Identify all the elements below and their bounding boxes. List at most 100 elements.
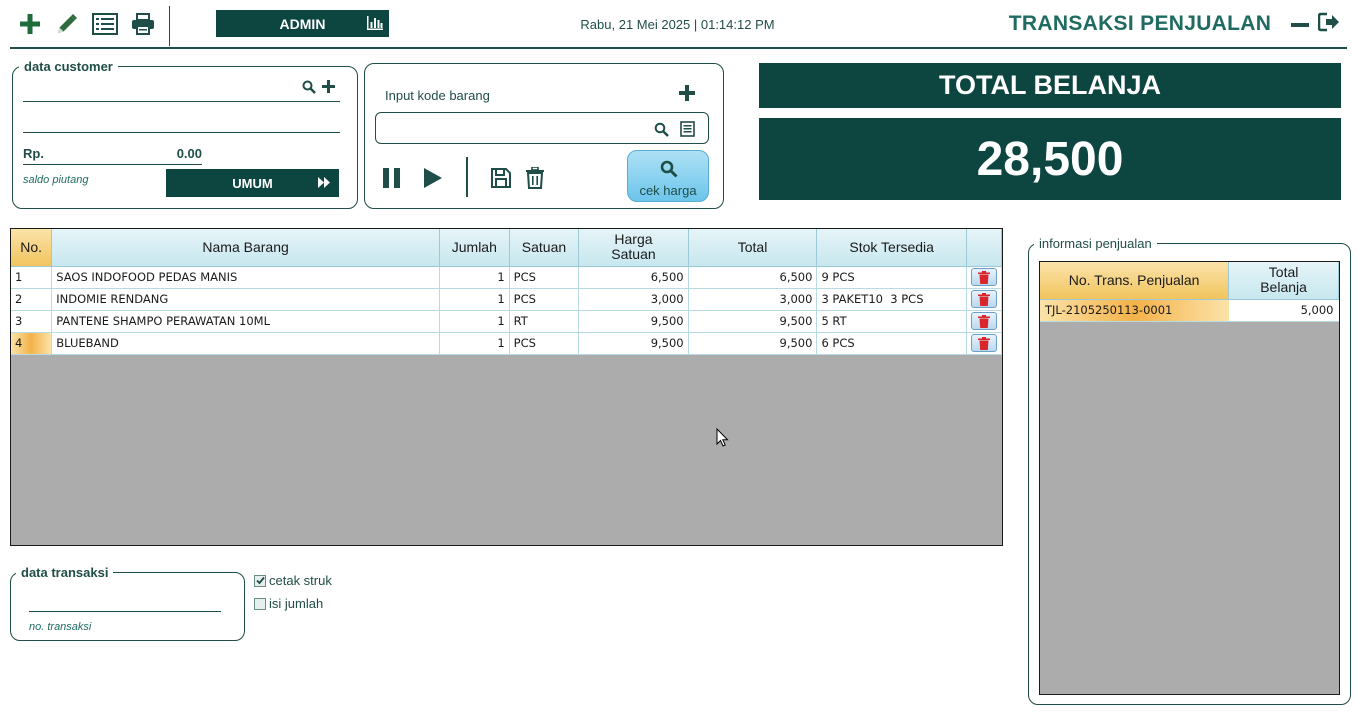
col-header-total-belanja-label: Total Belanja	[1260, 264, 1307, 296]
transaksi-legend: data transaksi	[16, 565, 114, 580]
table-row[interactable]: 3 PANTENE SHAMPO PERAWATAN 10ML 1 RT 9,5…	[11, 310, 1002, 333]
cell-harga: 6,500	[578, 266, 689, 289]
cell-total: 9,500	[688, 310, 818, 333]
cell-no-trans: TJL-2105250113-0001	[1040, 299, 1229, 322]
cell-nama: SAOS INDOFOOD PEDAS MANIS	[51, 266, 440, 289]
cell-action	[966, 288, 1002, 311]
cek-harga-button[interactable]: cek harga	[627, 150, 709, 202]
mouse-cursor-icon	[716, 428, 729, 447]
cell-stok: 9 PCS	[816, 266, 967, 289]
cell-satuan: PCS	[509, 288, 580, 311]
col-header-jumlah[interactable]: Jumlah	[439, 229, 510, 267]
cell-jumlah[interactable]: 1	[439, 332, 510, 355]
col-header-total-belanja[interactable]: Total Belanja	[1228, 262, 1339, 300]
cell-action	[966, 266, 1002, 289]
table-row[interactable]: 1 SAOS INDOFOOD PEDAS MANIS 1 PCS 6,500 …	[11, 266, 1002, 289]
trash-icon	[977, 270, 990, 284]
trash-icon[interactable]	[523, 166, 547, 190]
pencil-icon[interactable]	[52, 10, 82, 38]
cetak-struk-label: cetak struk	[269, 573, 332, 588]
search-icon[interactable]	[653, 121, 669, 137]
items-grid: No. Nama Barang Jumlah Satuan Harga Satu…	[10, 228, 1003, 546]
col-header-harga-label: Harga Satuan	[611, 231, 656, 263]
cell-nama: PANTENE SHAMPO PERAWATAN 10ML	[51, 310, 440, 333]
cell-jumlah[interactable]: 1	[439, 266, 510, 289]
trash-icon	[977, 292, 990, 306]
minimize-icon[interactable]	[1290, 14, 1310, 34]
input-kode-label: Input kode barang	[385, 88, 490, 103]
cell-stok: 3 PAKET10 3 PCS	[816, 288, 967, 311]
cell-jumlah[interactable]: 1	[439, 310, 510, 333]
printer-icon[interactable]	[128, 10, 158, 38]
list-icon[interactable]	[90, 10, 120, 38]
col-header-action	[966, 229, 1002, 267]
col-header-harga[interactable]: Harga Satuan	[578, 229, 689, 267]
action-separator	[466, 157, 468, 197]
delete-row-button[interactable]	[970, 312, 997, 330]
col-header-nama[interactable]: Nama Barang	[51, 229, 440, 267]
items-table: No. Nama Barang Jumlah Satuan Harga Satu…	[11, 229, 1002, 355]
cell-jumlah[interactable]: 1	[439, 288, 510, 311]
logout-icon[interactable]	[1317, 12, 1342, 34]
cell-harga: 3,000	[578, 288, 689, 311]
cell-no: 1	[11, 266, 53, 289]
page-title: TRANSAKSI PENJUALAN	[1008, 12, 1272, 35]
admin-button[interactable]: ADMIN	[216, 10, 389, 37]
fast-forward-icon	[318, 177, 330, 188]
pause-icon[interactable]	[380, 166, 404, 190]
add-icon[interactable]	[15, 10, 45, 38]
cell-stok: 5 RT	[816, 310, 967, 333]
add-item-icon[interactable]	[678, 84, 696, 102]
isi-jumlah-label: isi jumlah	[269, 596, 324, 611]
total-belanja-heading: TOTAL BELANJA	[759, 63, 1341, 108]
info-table-row[interactable]: TJL-2105250113-0001 5,000	[1040, 299, 1339, 322]
col-header-no[interactable]: No.	[11, 229, 53, 267]
kode-barang-input-box	[375, 112, 709, 144]
play-icon[interactable]	[421, 166, 445, 190]
cell-no: 2	[11, 288, 53, 311]
cetak-struk-checkbox[interactable]: cetak struk	[254, 573, 332, 588]
datetime-display: Rabu, 21 Mei 2025 | 01:14:12 PM	[580, 17, 775, 32]
checkbox-unchecked-icon	[254, 597, 266, 610]
delete-row-button[interactable]	[970, 334, 997, 352]
info-penjualan-grid: No. Trans. Penjualan Total Belanja TJL-2…	[1039, 261, 1340, 695]
col-header-no-trans[interactable]: No. Trans. Penjualan	[1040, 262, 1230, 300]
rp-label: Rp.	[23, 146, 44, 161]
trash-icon	[977, 314, 990, 328]
saldo-piutang-label: saldo piutang	[23, 174, 89, 186]
no-transaksi-field[interactable]	[29, 594, 221, 612]
col-header-total[interactable]: Total	[688, 229, 818, 267]
saldo-underline	[23, 164, 202, 165]
customer-name-field[interactable]	[23, 132, 340, 133]
cell-harga: 9,500	[578, 310, 689, 333]
trash-icon	[977, 336, 990, 350]
no-transaksi-label: no. transaksi	[29, 621, 92, 633]
cell-satuan: PCS	[509, 332, 580, 355]
header-divider	[10, 47, 1347, 49]
col-header-stok[interactable]: Stok Tersedia	[816, 229, 967, 267]
search-icon[interactable]	[302, 80, 318, 96]
cell-total: 9,500	[688, 332, 818, 355]
cell-total: 3,000	[688, 288, 818, 311]
table-row-selected[interactable]: 4 BLUEBAND 1 PCS 9,500 9,500 6 PCS	[11, 332, 1002, 355]
isi-jumlah-checkbox[interactable]: isi jumlah	[254, 596, 323, 611]
cell-satuan: RT	[509, 310, 580, 333]
customer-code-field[interactable]	[23, 101, 340, 102]
cek-harga-label: cek harga	[639, 183, 697, 198]
table-row[interactable]: 2 INDOMIE RENDANG 1 PCS 3,000 3,000 3 PA…	[11, 288, 1002, 311]
add-customer-icon[interactable]	[322, 80, 338, 96]
cell-harga: 9,500	[578, 332, 689, 355]
col-header-satuan[interactable]: Satuan	[509, 229, 580, 267]
save-icon[interactable]	[489, 166, 513, 190]
delete-row-button[interactable]	[970, 268, 997, 286]
barcode-list-icon[interactable]	[678, 120, 696, 138]
info-header-row: No. Trans. Penjualan Total Belanja	[1040, 262, 1339, 300]
cell-stok: 6 PCS	[816, 332, 967, 355]
delete-row-button[interactable]	[970, 290, 997, 308]
items-header-row: No. Nama Barang Jumlah Satuan Harga Satu…	[11, 229, 1002, 267]
bar-chart-icon	[367, 16, 383, 30]
umum-button[interactable]: UMUM	[166, 169, 339, 197]
kode-barang-input[interactable]	[382, 117, 642, 139]
search-icon	[660, 160, 678, 178]
toolbar-separator	[169, 6, 170, 46]
